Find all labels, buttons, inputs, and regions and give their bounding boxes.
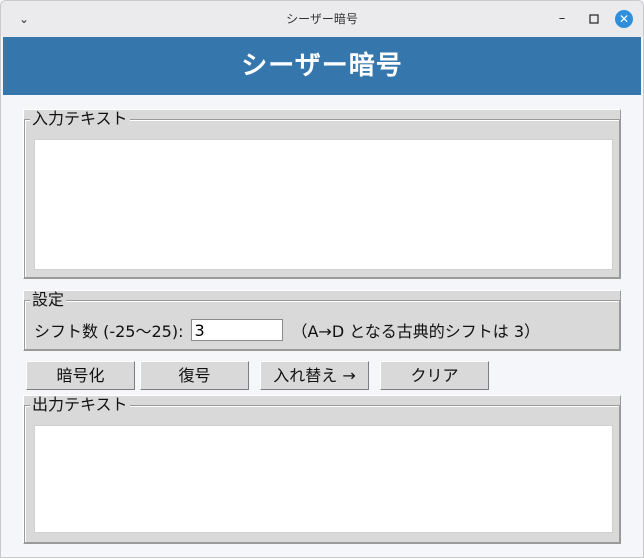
shift-hint: （A→D となる古典的シフトは 3） [291, 322, 541, 341]
window-title: シーザー暗号 [286, 12, 358, 26]
minimize-icon[interactable]: – [553, 10, 571, 28]
shift-label: シフト数 (-25〜25): [34, 322, 184, 341]
encrypt-button[interactable]: 暗号化 [26, 361, 135, 390]
title-bar: ⌄ シーザー暗号 – ✕ [1, 1, 643, 37]
output-frame: 出力テキスト [23, 395, 621, 544]
settings-row: シフト数 (-25〜25): （A→D となる古典的シフトは 3） [34, 319, 540, 341]
app-window: ⌄ シーザー暗号 – ✕ シーザー暗号 入力テキスト 設定 シフト数 (-25〜… [0, 0, 644, 558]
input-textarea[interactable] [34, 139, 613, 270]
maximize-icon[interactable] [585, 10, 603, 28]
settings-frame: 設定 シフト数 (-25〜25): （A→D となる古典的シフトは 3） [23, 290, 621, 351]
close-icon[interactable]: ✕ [615, 10, 633, 28]
settings-frame-label: 設定 [30, 290, 67, 309]
shift-input[interactable] [191, 319, 284, 341]
input-frame-label: 入力テキスト [30, 109, 130, 128]
decrypt-button[interactable]: 復号 [140, 361, 249, 390]
input-frame: 入力テキスト [23, 109, 621, 279]
clear-button[interactable]: クリア [380, 361, 489, 390]
output-textarea[interactable] [34, 425, 613, 533]
swap-button[interactable]: 入れ替え → [260, 361, 369, 390]
app-banner-title: シーザー暗号 [3, 37, 641, 95]
output-frame-label: 出力テキスト [30, 395, 130, 414]
